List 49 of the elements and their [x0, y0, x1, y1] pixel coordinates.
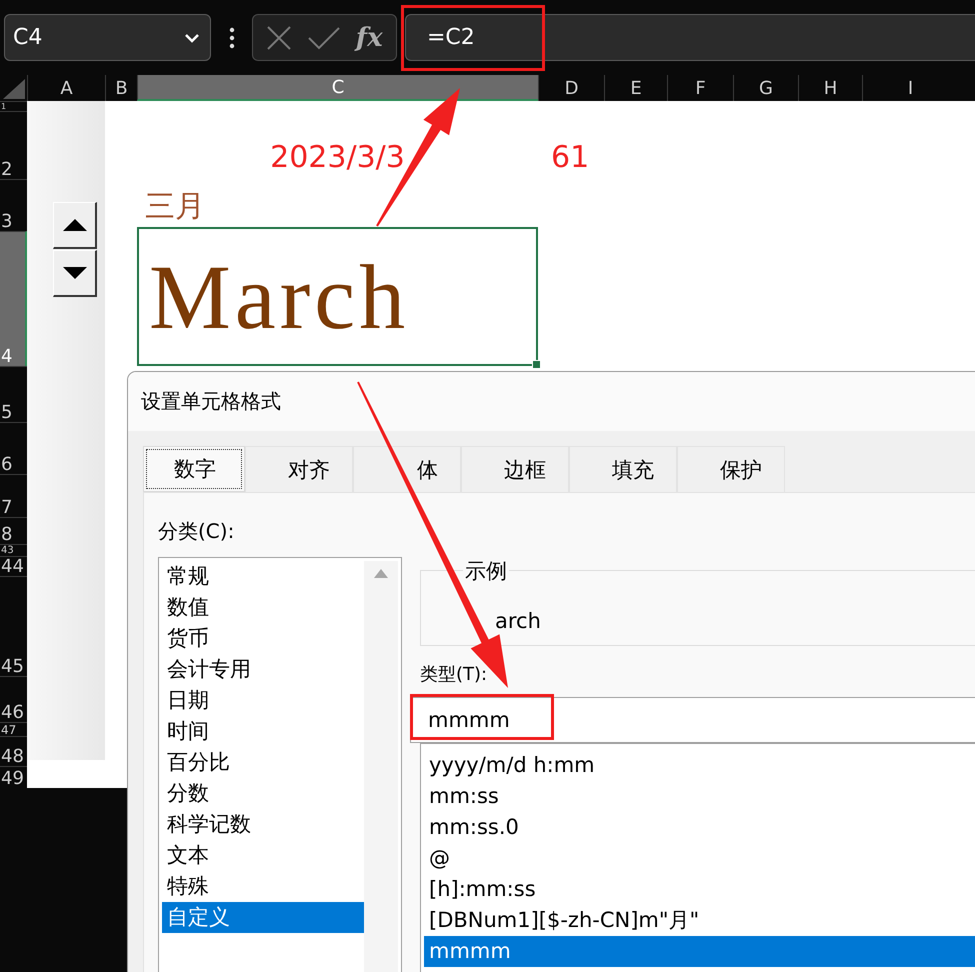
type-item[interactable]: mmmm	[424, 936, 975, 967]
date-cell-text: 2023/3/3	[269, 140, 406, 177]
type-item[interactable]: yyyy/m/d h:mm	[424, 750, 975, 781]
tab[interactable]: 数字	[143, 446, 245, 492]
category-item[interactable]: 货币	[162, 623, 364, 654]
category-item[interactable]: 日期	[162, 685, 364, 716]
type-item[interactable]: [h]:mm:ss	[424, 874, 975, 905]
category-item[interactable]: 特殊	[162, 871, 364, 902]
category-item[interactable]: 文本	[162, 840, 364, 871]
category-item[interactable]: 自定义	[162, 902, 364, 933]
sample-text: arch	[495, 609, 541, 633]
tab[interactable]: 填充	[569, 446, 677, 492]
check-icon[interactable]	[307, 24, 342, 50]
active-cell[interactable]: March	[137, 227, 538, 366]
down-triangle-icon	[62, 267, 86, 279]
dropdown-chevron-icon[interactable]	[184, 32, 200, 42]
type-label: 类型(T):	[420, 663, 488, 687]
type-item[interactable]: mm:ss	[424, 781, 975, 812]
category-item[interactable]: 科学记数	[162, 809, 364, 840]
column-header[interactable]: C	[137, 75, 538, 101]
month-label-cell-text: 三月	[144, 188, 206, 226]
category-item[interactable]: 常规	[162, 561, 364, 592]
insert-function-button[interactable]: fx	[356, 22, 383, 52]
category-item[interactable]: 百分比	[162, 747, 364, 778]
category-item[interactable]: 分数	[162, 778, 364, 809]
spin-up-button[interactable]	[53, 202, 97, 249]
row-header[interactable]: 4	[0, 231, 27, 366]
category-item[interactable]: 数值	[162, 592, 364, 623]
tab[interactable]: 保护	[677, 446, 785, 492]
more-options-icon[interactable]	[228, 26, 236, 48]
tab[interactable]: 体	[353, 446, 461, 492]
cancel-icon[interactable]	[266, 24, 292, 50]
type-item[interactable]: @	[424, 843, 975, 874]
name-box[interactable]: C4	[4, 14, 211, 61]
number-cell-text: 61	[550, 140, 590, 177]
type-input-field[interactable]: mmmm	[410, 697, 975, 743]
tab[interactable]: 对齐	[245, 446, 353, 492]
formula-field[interactable]: =C2	[405, 14, 975, 61]
tab[interactable]: 边框	[461, 446, 569, 492]
select-all-icon[interactable]	[3, 79, 25, 99]
type-item[interactable]: [DBNum1][$-zh-CN]m"月"	[424, 905, 975, 936]
category-item[interactable]: 会计专用	[162, 654, 364, 685]
type-item[interactable]: mm:ss.0	[424, 812, 975, 843]
fill-handle[interactable]	[532, 360, 541, 369]
up-triangle-icon	[62, 219, 86, 231]
category-item[interactable]: 时间	[162, 716, 364, 747]
dialog-title: 设置单元格格式	[141, 388, 281, 415]
spin-down-button[interactable]	[53, 250, 97, 297]
category-label: 分类(C):	[158, 519, 236, 543]
